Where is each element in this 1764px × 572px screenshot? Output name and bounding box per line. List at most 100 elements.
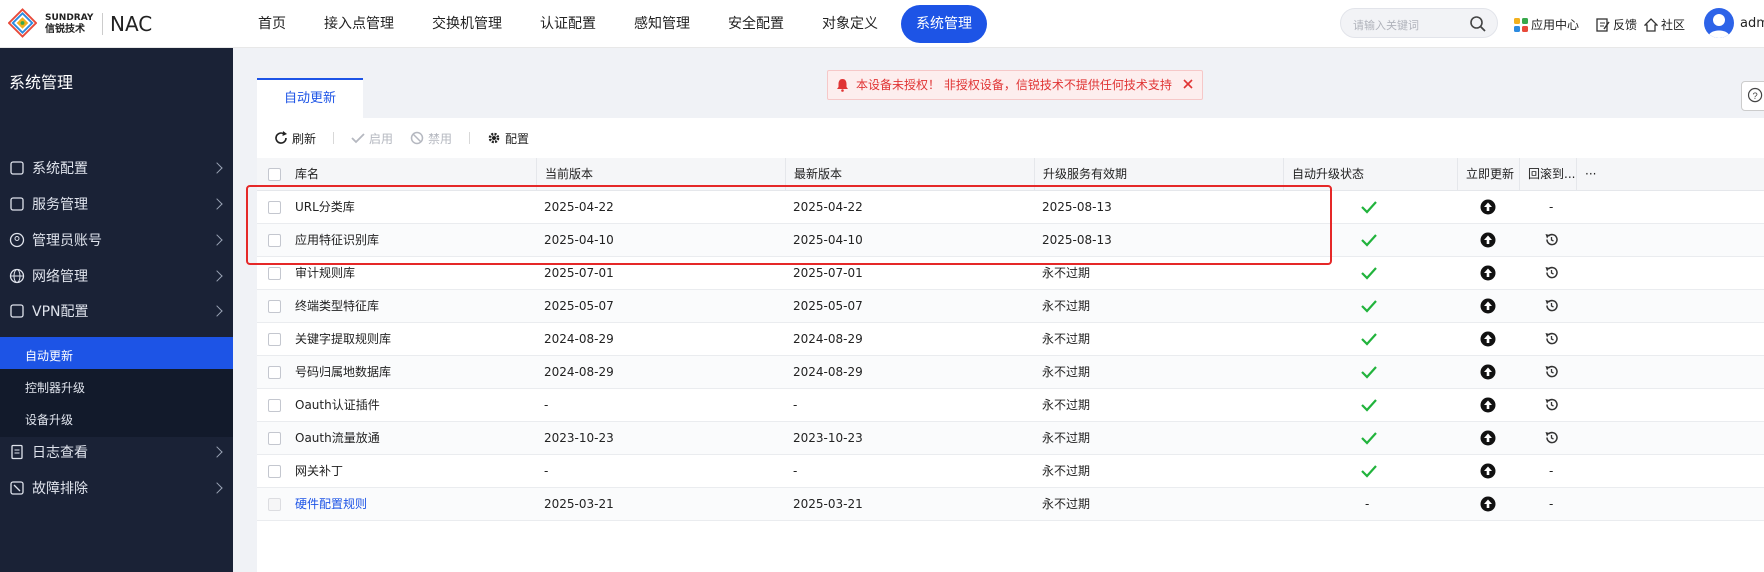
row-checkbox[interactable] bbox=[268, 300, 281, 313]
feedback-link[interactable]: 反馈 bbox=[1596, 16, 1637, 33]
nav-item[interactable]: 首页 bbox=[243, 5, 301, 43]
update-now-icon[interactable] bbox=[1480, 397, 1496, 413]
brand-text: SUNDRAY 信锐技术 bbox=[45, 13, 94, 35]
sidebar-subitem[interactable]: 自动更新 bbox=[0, 337, 233, 373]
update-now-icon[interactable] bbox=[1480, 430, 1496, 446]
cell-expiry: 永不过期 bbox=[1042, 332, 1091, 346]
table-row[interactable]: 关键字提取规则库 2024-08-29 2024-08-29 永不过期 bbox=[257, 323, 1764, 356]
check-icon bbox=[1361, 234, 1377, 247]
row-checkbox[interactable] bbox=[268, 333, 281, 346]
refresh-button[interactable]: 刷新 bbox=[274, 130, 316, 147]
service-icon bbox=[10, 197, 24, 211]
nav-item[interactable]: 系统管理 bbox=[901, 5, 987, 43]
col-rollback[interactable]: 回滚到... bbox=[1519, 158, 1575, 191]
tab-auto-update[interactable]: 自动更新 bbox=[257, 78, 363, 118]
check-icon bbox=[1361, 333, 1377, 346]
update-now-icon[interactable] bbox=[1480, 463, 1496, 479]
home-icon bbox=[1644, 17, 1658, 32]
update-now-icon[interactable] bbox=[1480, 232, 1496, 248]
table-row[interactable]: Oauth认证插件 - - 永不过期 bbox=[257, 389, 1764, 422]
tab-bar: 自动更新 本设备未授权！ 非授权设备，信锐技术不提供任何技术支持 ? bbox=[233, 48, 1764, 118]
col-update-now[interactable]: 立即更新 bbox=[1457, 158, 1514, 191]
row-checkbox[interactable] bbox=[268, 432, 281, 445]
alert-text: 本设备未授权！ 非授权设备，信锐技术不提供任何技术支持 bbox=[856, 78, 1172, 92]
table-row[interactable]: 终端类型特征库 2025-05-07 2025-05-07 永不过期 bbox=[257, 290, 1764, 323]
cell-expiry: 永不过期 bbox=[1042, 299, 1091, 313]
update-now-icon[interactable] bbox=[1480, 496, 1496, 512]
rollback-icon[interactable] bbox=[1544, 430, 1559, 445]
nav-item[interactable]: 认证配置 bbox=[525, 5, 611, 43]
chevron-icon bbox=[211, 162, 223, 174]
sidebar-item[interactable]: 网络管理 bbox=[0, 256, 233, 296]
update-now-icon[interactable] bbox=[1480, 331, 1496, 347]
main-nav: 首页 接入点管理 交换机管理 认证配置 感知管理 安全配置 对象定义 系统管理 bbox=[243, 5, 995, 43]
row-checkbox[interactable] bbox=[268, 267, 281, 280]
search-icon[interactable] bbox=[1469, 15, 1487, 33]
enable-button[interactable]: 启用 bbox=[351, 130, 393, 147]
feedback-icon bbox=[1596, 17, 1610, 32]
config-button[interactable]: 配置 bbox=[487, 130, 529, 147]
highlight-box bbox=[246, 185, 1332, 265]
disable-button[interactable]: 禁用 bbox=[410, 130, 452, 147]
check-icon bbox=[1361, 432, 1377, 445]
search-input[interactable]: 请输入关键词 bbox=[1340, 8, 1498, 38]
nav-item[interactable]: 安全配置 bbox=[713, 5, 799, 43]
sidebar-item-label: 管理员账号 bbox=[32, 233, 102, 249]
chevron-icon bbox=[211, 270, 223, 282]
update-now-icon[interactable] bbox=[1480, 364, 1496, 380]
sidebar-item[interactable]: 服务管理 bbox=[0, 184, 233, 224]
nav-item[interactable]: 对象定义 bbox=[807, 5, 893, 43]
cell-latest-version: - bbox=[793, 398, 798, 412]
cell-name[interactable]: 硬件配置规则 bbox=[287, 488, 367, 521]
check-icon bbox=[1361, 267, 1377, 280]
col-more[interactable]: ··· bbox=[1576, 158, 1596, 191]
row-checkbox[interactable] bbox=[268, 366, 281, 379]
sidebar-item[interactable]: 管理员账号 bbox=[0, 220, 233, 260]
vpn-icon bbox=[10, 304, 24, 318]
disable-label: 禁用 bbox=[428, 131, 453, 146]
table-row[interactable]: 号码归属地数据库 2024-08-29 2024-08-29 永不过期 bbox=[257, 356, 1764, 389]
enable-label: 启用 bbox=[369, 131, 394, 146]
sidebar-item[interactable]: VPN配置 bbox=[0, 291, 233, 331]
update-now-icon[interactable] bbox=[1480, 199, 1496, 215]
rollback-icon[interactable] bbox=[1544, 265, 1559, 280]
app-center-link[interactable]: 应用中心 bbox=[1514, 16, 1579, 33]
sidebar-item[interactable]: 系统配置 bbox=[0, 148, 233, 188]
row-checkbox[interactable] bbox=[268, 498, 281, 511]
sidebar-item-label: 日志查看 bbox=[32, 445, 88, 461]
rollback-icon[interactable] bbox=[1544, 364, 1559, 379]
rollback-icon[interactable] bbox=[1544, 298, 1559, 313]
sidebar-item[interactable]: 日志查看 bbox=[0, 432, 233, 472]
select-all-checkbox[interactable] bbox=[268, 168, 281, 181]
rollback-icon[interactable] bbox=[1544, 232, 1559, 247]
rollback-icon[interactable] bbox=[1544, 331, 1559, 346]
row-checkbox[interactable] bbox=[268, 399, 281, 412]
nav-item[interactable]: 交换机管理 bbox=[417, 5, 517, 43]
cell-name: Oauth流量放通 bbox=[295, 431, 380, 445]
rollback-icon[interactable] bbox=[1544, 397, 1559, 412]
row-checkbox[interactable] bbox=[268, 465, 281, 478]
troubleshoot-icon bbox=[10, 481, 24, 495]
refresh-label: 刷新 bbox=[292, 131, 317, 146]
community-link[interactable]: 社区 bbox=[1644, 16, 1685, 33]
sidebar-subitem[interactable]: 控制器升级 bbox=[0, 369, 233, 405]
nav-item[interactable]: 接入点管理 bbox=[309, 5, 409, 43]
sidebar-item[interactable]: 故障排除 bbox=[0, 468, 233, 508]
close-icon[interactable] bbox=[1180, 76, 1196, 92]
check-icon bbox=[1361, 399, 1377, 412]
avatar[interactable] bbox=[1704, 8, 1734, 38]
table-row[interactable]: 网关补丁 - - 永不过期 - bbox=[257, 455, 1764, 488]
table-row[interactable]: Oauth流量放通 2023-10-23 2023-10-23 永不过期 bbox=[257, 422, 1764, 455]
sidebar-item-label: 故障排除 bbox=[32, 481, 88, 497]
chevron-icon bbox=[211, 446, 223, 458]
nav-item[interactable]: 感知管理 bbox=[619, 5, 705, 43]
user-name[interactable]: adm bbox=[1740, 16, 1764, 31]
app-center-icon bbox=[1514, 17, 1528, 32]
feedback-label: 反馈 bbox=[1613, 18, 1638, 32]
update-now-icon[interactable] bbox=[1480, 298, 1496, 314]
cell-latest-version: - bbox=[793, 464, 798, 478]
table-row[interactable]: 硬件配置规则 2025-03-21 2025-03-21 永不过期 - - bbox=[257, 488, 1764, 521]
update-now-icon[interactable] bbox=[1480, 265, 1496, 281]
help-button[interactable]: ? bbox=[1741, 81, 1764, 111]
product-name: NAC bbox=[110, 12, 153, 36]
